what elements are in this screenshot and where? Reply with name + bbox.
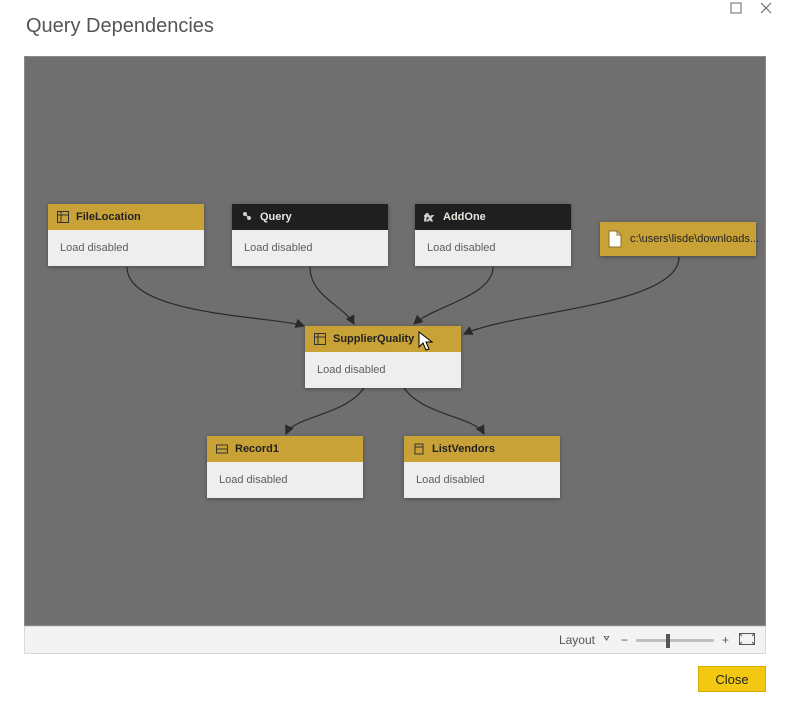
record-icon	[215, 442, 229, 456]
file-icon	[608, 232, 622, 246]
node-status: Load disabled	[404, 462, 560, 498]
zoom-out-button[interactable]: −	[621, 633, 628, 647]
node-header: SupplierQuality	[305, 326, 461, 352]
node-title: SupplierQuality	[333, 333, 414, 345]
node-title: AddOne	[443, 211, 486, 223]
query-icon	[240, 210, 254, 224]
node-status: Load disabled	[48, 230, 204, 266]
layout-label: Layout	[559, 633, 595, 647]
node-header: ListVendors	[404, 436, 560, 462]
title-bar: Query Dependencies	[0, 0, 790, 52]
zoom-slider-thumb[interactable]	[666, 634, 670, 648]
function-icon: fx	[423, 210, 437, 224]
node-status: Load disabled	[232, 230, 388, 266]
list-icon	[412, 442, 426, 456]
chevron-down-icon	[601, 633, 611, 647]
node-query[interactable]: Query Load disabled	[232, 204, 388, 266]
dependency-canvas[interactable]: FileLocation Load disabled Query Load di…	[24, 56, 766, 626]
svg-text:fx: fx	[424, 213, 433, 223]
node-header: Record1	[207, 436, 363, 462]
layout-dropdown[interactable]: Layout	[559, 633, 611, 647]
node-record1[interactable]: Record1 Load disabled	[207, 436, 363, 498]
maximize-button[interactable]	[722, 0, 750, 20]
node-status: Load disabled	[207, 462, 363, 498]
dialog-title: Query Dependencies	[26, 15, 214, 38]
window-controls	[722, 0, 780, 20]
file-path: c:\users\lisde\downloads...	[630, 233, 759, 245]
node-title: FileLocation	[76, 211, 141, 223]
table-icon	[313, 332, 327, 346]
node-supplierquality[interactable]: SupplierQuality Load disabled	[305, 326, 461, 388]
close-window-button[interactable]	[752, 0, 780, 20]
zoom-slider[interactable]	[636, 639, 714, 642]
node-title: Record1	[235, 443, 279, 455]
node-title: ListVendors	[432, 443, 495, 455]
table-icon	[56, 210, 70, 224]
node-title: Query	[260, 211, 292, 223]
node-filelocation[interactable]: FileLocation Load disabled	[48, 204, 204, 266]
node-header: FileLocation	[48, 204, 204, 230]
canvas-toolbar: Layout − +	[24, 626, 766, 654]
node-status: Load disabled	[415, 230, 571, 266]
node-header: Query	[232, 204, 388, 230]
node-header: fx AddOne	[415, 204, 571, 230]
close-button[interactable]: Close	[698, 666, 766, 692]
node-addone[interactable]: fx AddOne Load disabled	[415, 204, 571, 266]
node-file-source[interactable]: c:\users\lisde\downloads...	[600, 222, 756, 256]
zoom-control: − +	[621, 633, 729, 647]
node-listvendors[interactable]: ListVendors Load disabled	[404, 436, 560, 498]
close-button-label: Close	[715, 672, 748, 687]
zoom-in-button[interactable]: +	[722, 633, 729, 647]
node-status: Load disabled	[305, 352, 461, 388]
fit-to-screen-button[interactable]	[739, 633, 755, 648]
